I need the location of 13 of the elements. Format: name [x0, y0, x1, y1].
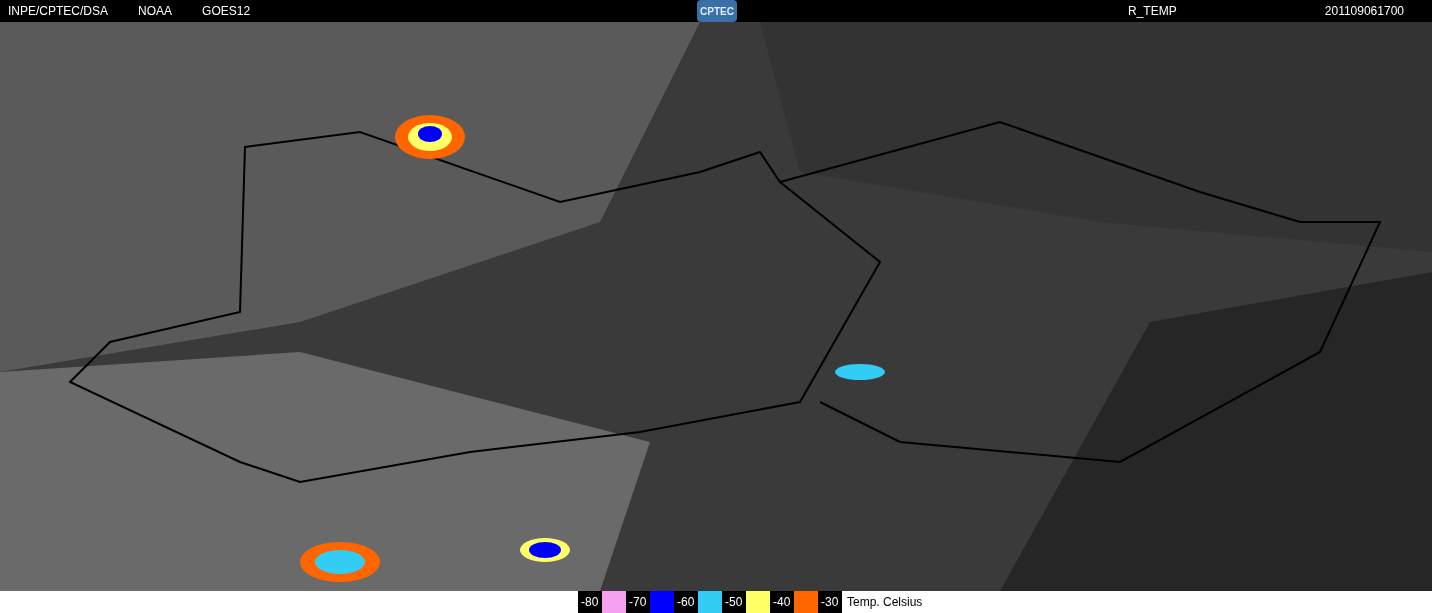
header-label: GOES12	[202, 3, 251, 20]
legend-value: -60	[674, 591, 698, 613]
legend-value: -30	[818, 591, 842, 613]
legend-value: -40	[770, 591, 794, 613]
legend-title: Temp. Celsius	[847, 594, 923, 611]
timestamp: 201109061700	[1324, 3, 1404, 20]
legend-value: -70	[626, 591, 650, 613]
legend-value: -50	[722, 591, 746, 613]
legend-value: -80	[578, 591, 602, 613]
logo: CPTEC	[697, 0, 737, 22]
header-label: INPE/CPTEC/DSA	[8, 3, 109, 20]
product-label: R_TEMP	[1128, 3, 1177, 20]
header-label: NOAA	[138, 3, 173, 20]
